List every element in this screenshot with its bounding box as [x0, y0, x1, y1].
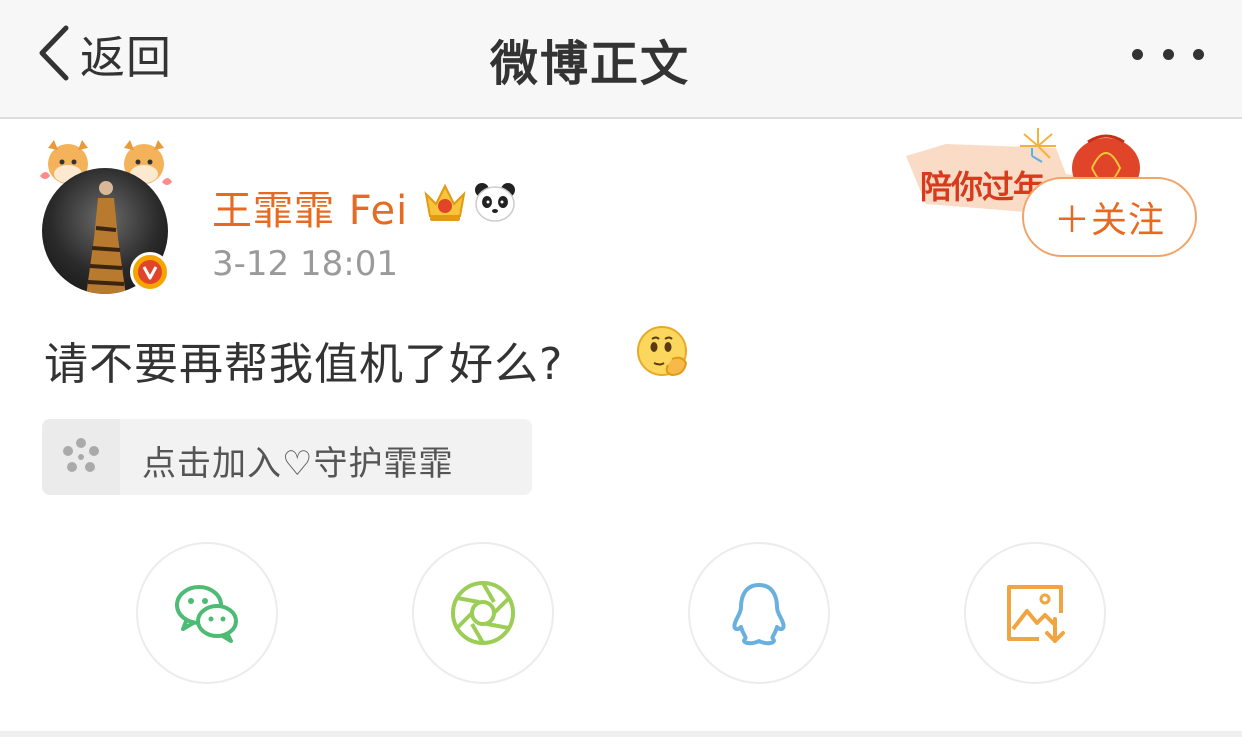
more-dots-icon	[1132, 48, 1143, 60]
navigation-bar: 返回 微博正文	[0, 0, 1242, 119]
crown-icon	[424, 183, 466, 221]
super-topic-label: 点击加入♡守护霏霏	[142, 444, 454, 484]
share-moments-button[interactable]	[412, 542, 554, 684]
portrait-figure-icon	[86, 181, 126, 294]
share-wechat-button[interactable]	[136, 542, 278, 684]
wechat-icon	[175, 585, 238, 643]
more-button[interactable]	[1132, 42, 1204, 66]
flower-dots-icon	[63, 438, 99, 472]
follow-button[interactable]: ＋关注	[1022, 177, 1197, 257]
topic-icon-box	[42, 419, 120, 495]
share-qq-button[interactable]	[688, 542, 830, 684]
page-title: 微博正文	[489, 36, 690, 92]
share-save-image-button[interactable]	[964, 542, 1106, 684]
post-text: 请不要再帮我值机了好么?	[44, 339, 564, 390]
save-image-icon	[1007, 585, 1065, 643]
verified-badge-icon	[130, 252, 170, 292]
super-topic-link[interactable]: 点击加入♡守护霏霏	[42, 419, 532, 495]
moments-icon	[451, 581, 515, 645]
author-avatar[interactable]	[32, 130, 182, 295]
panda-icon	[475, 183, 515, 222]
follow-label: ＋关注	[1053, 200, 1165, 241]
divider	[0, 731, 1242, 737]
thinking-emoji-icon	[637, 326, 688, 377]
qq-icon	[732, 583, 786, 646]
post-timestamp: 3-12 18:01	[212, 244, 398, 284]
author-name[interactable]: 王霏霏 Fei	[212, 178, 408, 236]
